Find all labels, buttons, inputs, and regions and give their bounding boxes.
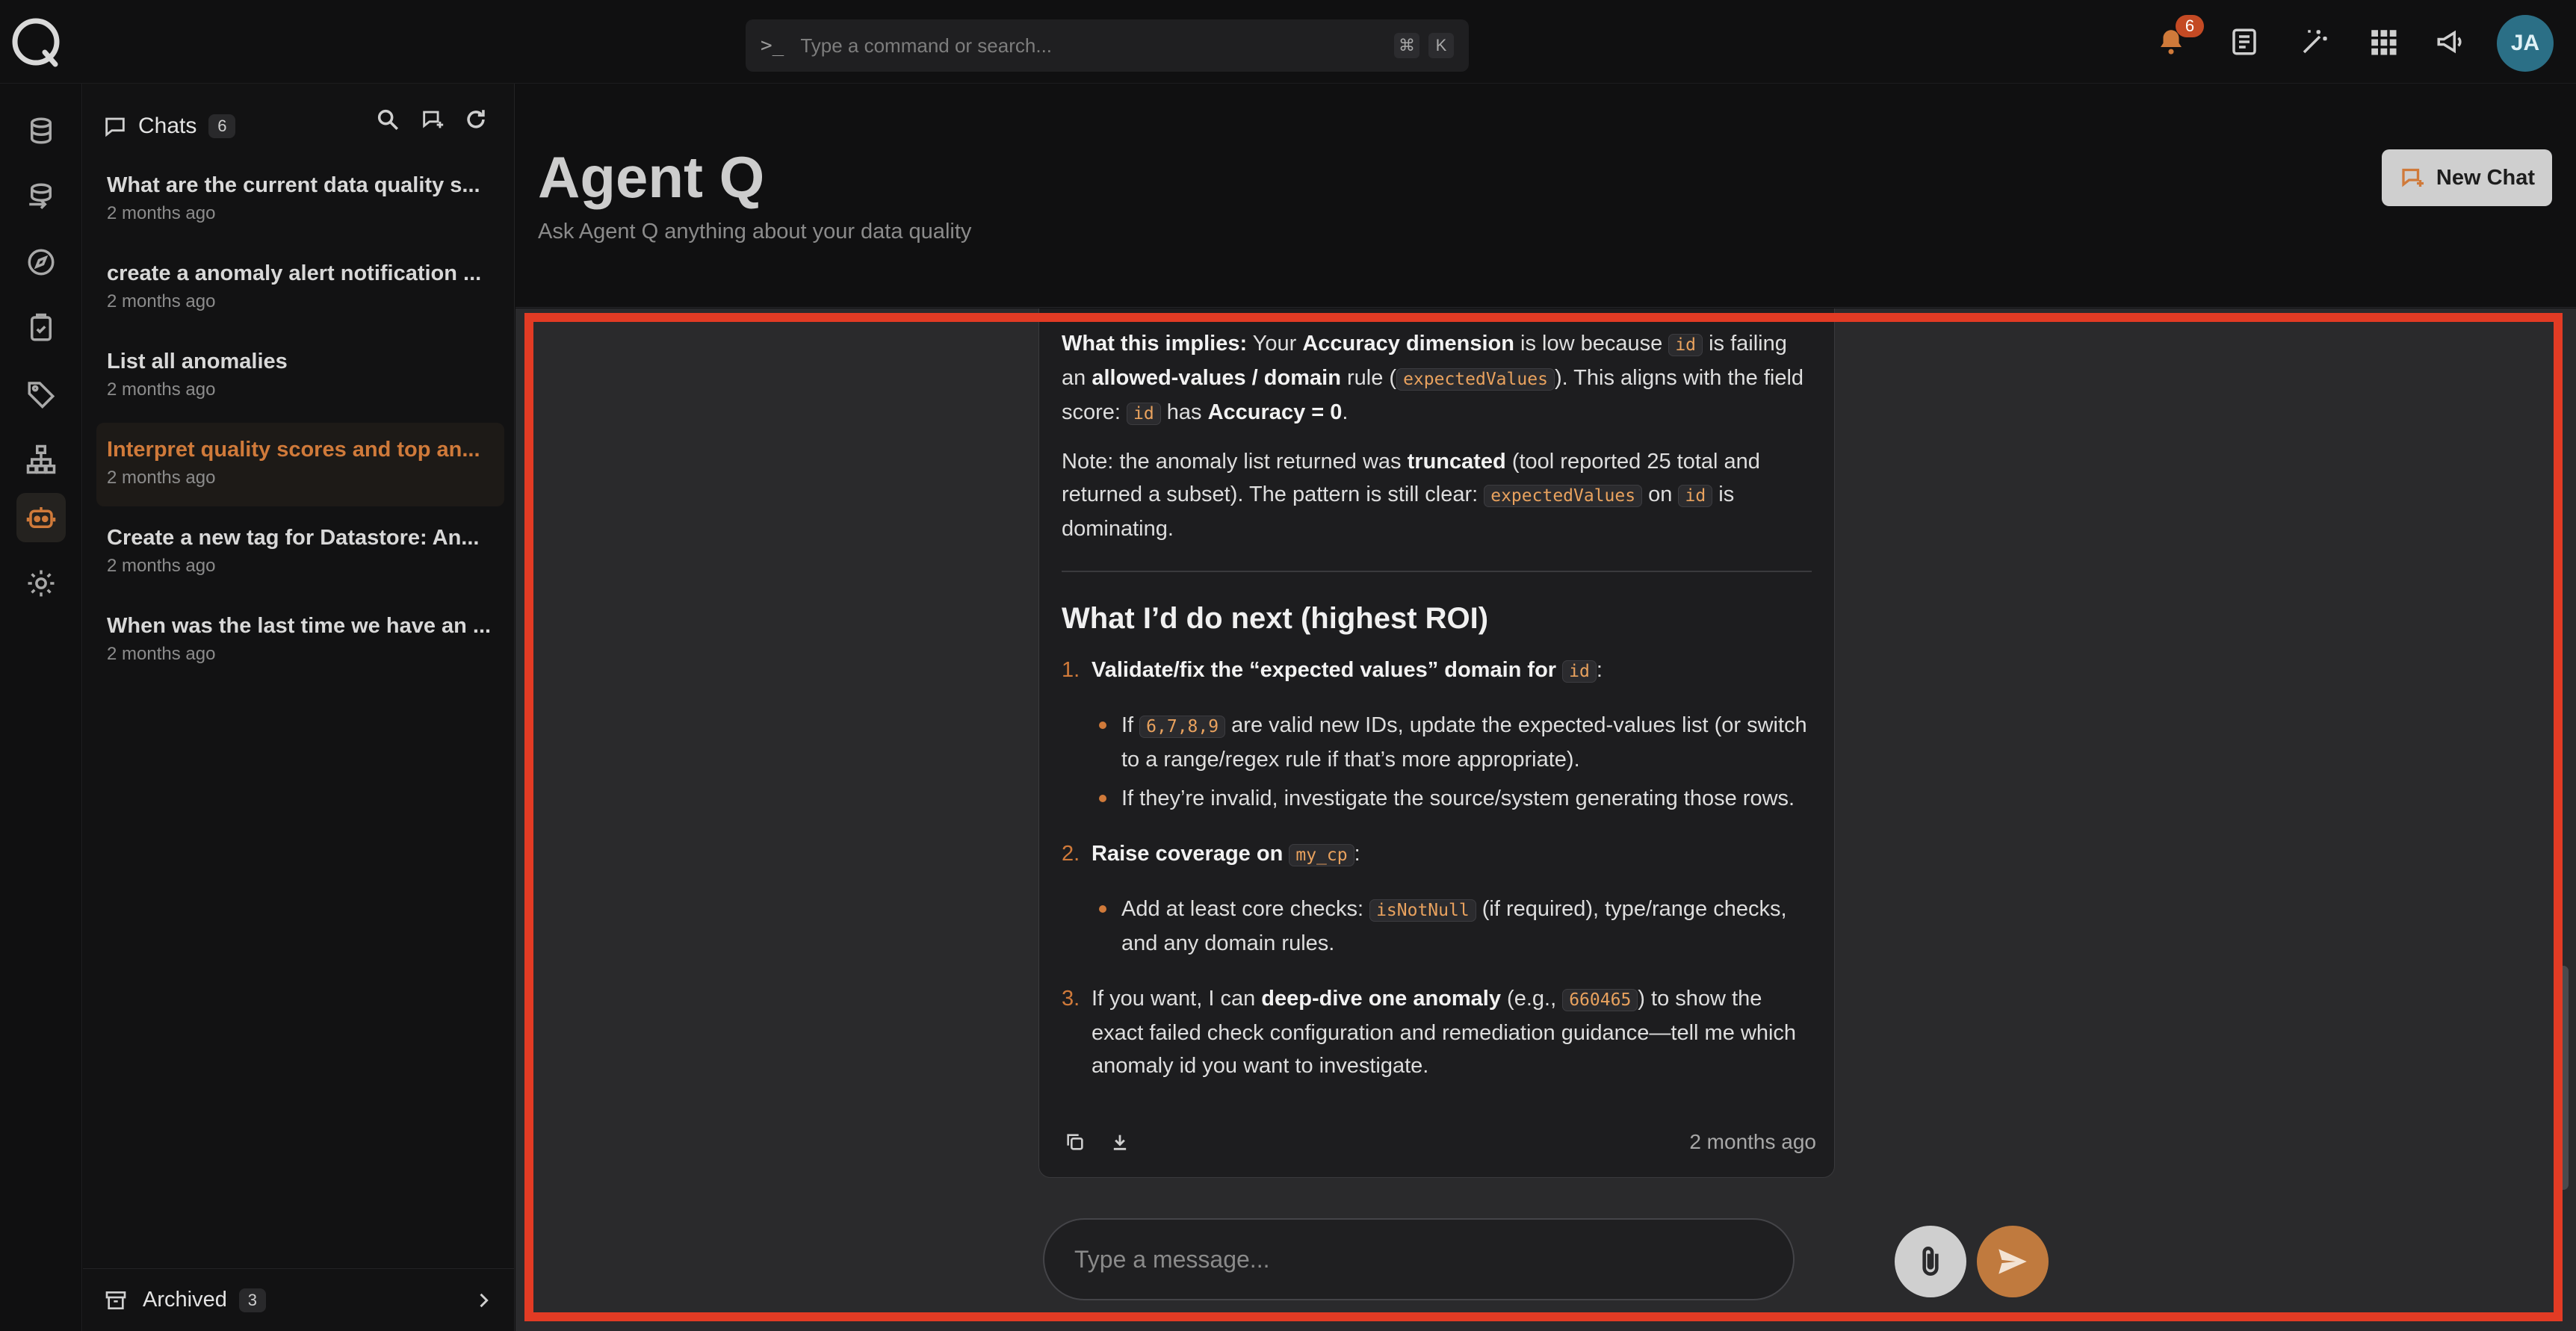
inline-code: isNotNull bbox=[1369, 899, 1476, 922]
chat-date: 2 months ago bbox=[107, 379, 216, 400]
new-chat-label: New Chat bbox=[2436, 165, 2536, 190]
sub-bullet: If they’re invalid, investigate the sour… bbox=[1092, 782, 1812, 815]
new-chat-icon bbox=[2402, 168, 2424, 187]
divider bbox=[1062, 571, 1812, 572]
archive-box-icon bbox=[105, 1291, 126, 1309]
inline-code: id bbox=[1678, 485, 1713, 507]
shortcut-mod-key: ⌘ bbox=[1394, 33, 1419, 58]
sub-bullet: Add at least core checks: isNotNull (if … bbox=[1092, 893, 1812, 960]
enrichment-database-icon[interactable] bbox=[16, 172, 66, 221]
download-icon[interactable] bbox=[1106, 1129, 1133, 1155]
new-chat-button[interactable]: New Chat bbox=[2382, 149, 2552, 206]
archived-chats-toggle[interactable]: Archived 3 bbox=[83, 1268, 515, 1331]
checks-clipboard-icon[interactable] bbox=[16, 303, 66, 353]
search-chats-icon[interactable] bbox=[370, 102, 406, 137]
chat-list-item[interactable]: Create a new tag for Datastore: An... 2 … bbox=[96, 511, 504, 595]
chats-title: Chats bbox=[138, 114, 197, 138]
paperclip-icon bbox=[1922, 1247, 1939, 1276]
app-logo-icon[interactable] bbox=[9, 15, 63, 69]
agent-header: Agent Q Ask Agent Q anything about your … bbox=[515, 84, 2576, 308]
chat-date: 2 months ago bbox=[107, 468, 216, 488]
inline-code: 660465 bbox=[1562, 989, 1638, 1011]
archived-label: Archived bbox=[143, 1288, 227, 1312]
chat-title: Create a new tag for Datastore: An... bbox=[107, 526, 480, 550]
inline-code: expectedValues bbox=[1484, 485, 1643, 507]
message-paragraph: What this implies: Your Accuracy dimensi… bbox=[1062, 332, 1804, 425]
chat-title: Interpret quality scores and top an... bbox=[107, 438, 480, 462]
chat-list-item[interactable]: create a anomaly alert notification ... … bbox=[96, 246, 504, 330]
message-timestamp: 2 months ago bbox=[1689, 1130, 1816, 1153]
inline-code: id bbox=[1668, 334, 1703, 356]
inline-code: my_cp bbox=[1289, 844, 1354, 866]
chat-title: create a anomaly alert notification ... bbox=[107, 261, 482, 285]
step-item: 3. If you want, I can deep-dive one anom… bbox=[1062, 987, 1797, 1078]
shortcut-k-key: K bbox=[1428, 33, 1454, 58]
chat-date: 2 months ago bbox=[107, 556, 216, 576]
page-title: Agent Q bbox=[538, 144, 765, 210]
notification-count-badge: 6 bbox=[2176, 15, 2204, 37]
chat-date: 2 months ago bbox=[107, 203, 216, 223]
chat-date: 2 months ago bbox=[107, 644, 216, 664]
inline-code: id bbox=[1562, 660, 1597, 683]
page-subtitle: Ask Agent Q anything about your data qua… bbox=[538, 220, 972, 243]
chevron-right-icon bbox=[480, 1293, 489, 1307]
assistant-message-card: What this implies: Your Accuracy dimensi… bbox=[1038, 308, 1835, 1178]
chat-list: What are the current data quality s... 2… bbox=[96, 158, 504, 687]
navigation-rail bbox=[0, 84, 82, 1331]
user-avatar[interactable]: JA bbox=[2497, 15, 2554, 72]
message-paragraph: Note: the anomaly list returned was trun… bbox=[1062, 450, 1760, 541]
command-search-bar[interactable]: >_ Type a command or search... ⌘ K bbox=[746, 19, 1469, 72]
chat-title: List all anomalies bbox=[107, 350, 288, 373]
inline-code: id bbox=[1127, 403, 1161, 425]
docs-icon[interactable] bbox=[2226, 24, 2262, 60]
top-bar: >_ Type a command or search... ⌘ K 6 JA bbox=[0, 0, 2576, 84]
send-icon bbox=[1998, 1249, 2027, 1274]
chats-sidebar: Chats 6 What are the current data qualit… bbox=[83, 84, 515, 1331]
magic-wand-icon[interactable] bbox=[2297, 24, 2332, 60]
chats-count-badge: 6 bbox=[208, 114, 236, 138]
attach-file-button[interactable] bbox=[1895, 1226, 1966, 1297]
tags-icon[interactable] bbox=[16, 369, 66, 418]
announcements-megaphone-icon[interactable] bbox=[2433, 24, 2468, 60]
chat-title: What are the current data quality s... bbox=[107, 173, 480, 197]
chat-scrollbar-thumb[interactable] bbox=[2558, 966, 2569, 1190]
command-search-placeholder: Type a command or search... bbox=[800, 34, 1053, 57]
archived-count-badge: 3 bbox=[238, 1288, 266, 1312]
next-steps-list: 1. Validate/fix the “expected values” do… bbox=[1062, 654, 1812, 1082]
step-item: 2. Raise coverage on my_cp: Add at least… bbox=[1062, 837, 1812, 960]
send-message-button[interactable] bbox=[1977, 1226, 2049, 1297]
message-input[interactable] bbox=[1074, 1245, 1763, 1273]
terminal-prompt-icon: >_ bbox=[761, 34, 784, 57]
inline-code: expectedValues bbox=[1396, 368, 1555, 391]
chat-list-item[interactable]: When was the last time we have an ... 2 … bbox=[96, 599, 504, 683]
chat-bubble-icon bbox=[105, 117, 125, 137]
refresh-icon[interactable] bbox=[458, 102, 494, 137]
chat-title: When was the last time we have an ... bbox=[107, 614, 492, 638]
flows-hierarchy-icon[interactable] bbox=[16, 435, 66, 484]
apps-grid-icon[interactable] bbox=[2365, 24, 2401, 60]
message-composer[interactable] bbox=[1043, 1218, 1795, 1300]
agent-q-robot-icon[interactable] bbox=[16, 493, 66, 542]
chat-conversation-area[interactable]: What this implies: Your Accuracy dimensi… bbox=[515, 308, 2576, 1331]
step-item: 1. Validate/fix the “expected values” do… bbox=[1062, 654, 1812, 815]
message-heading: What I’d do next (highest ROI) bbox=[1062, 602, 1489, 635]
copy-icon[interactable] bbox=[1062, 1129, 1089, 1155]
inline-code: 6,7,8,9 bbox=[1139, 716, 1226, 738]
sub-bullet: If 6,7,8,9 are valid new IDs, update the… bbox=[1092, 709, 1812, 776]
chat-date: 2 months ago bbox=[107, 291, 216, 311]
chat-list-item[interactable]: List all anomalies 2 months ago bbox=[96, 335, 504, 418]
explore-compass-icon[interactable] bbox=[16, 238, 66, 287]
new-chat-icon[interactable] bbox=[415, 102, 451, 137]
message-actions: 2 months ago bbox=[1062, 1123, 1816, 1161]
datastores-database-icon[interactable] bbox=[16, 106, 66, 155]
chat-list-item-active[interactable]: Interpret quality scores and top an... 2… bbox=[96, 423, 504, 506]
chat-list-item[interactable]: What are the current data quality s... 2… bbox=[96, 158, 504, 242]
settings-gear-icon[interactable] bbox=[16, 559, 66, 608]
